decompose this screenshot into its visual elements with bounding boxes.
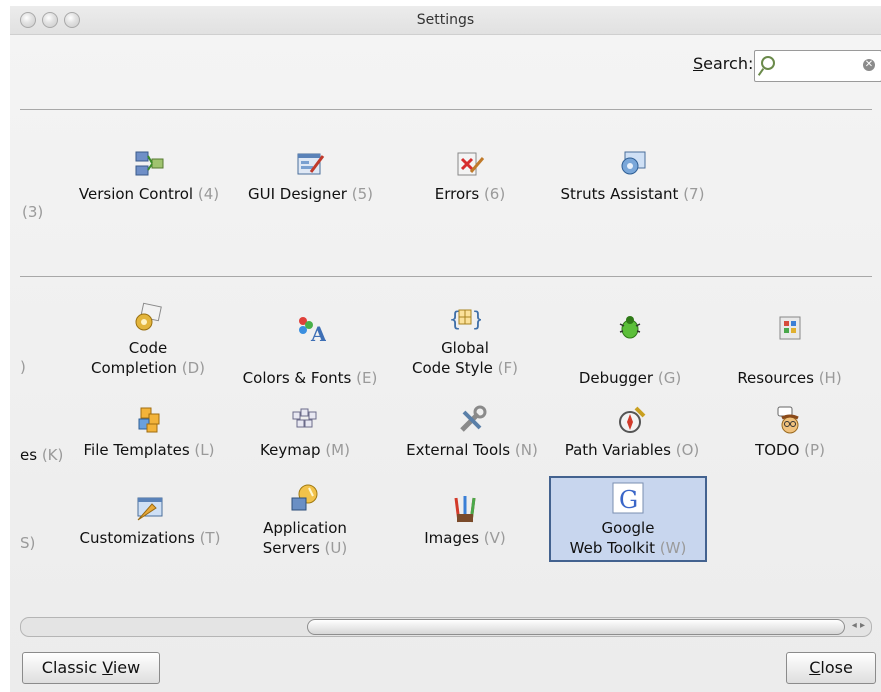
window-title: Settings: [416, 12, 475, 28]
section-divider: [20, 109, 872, 110]
debugger-icon: [619, 316, 641, 339]
resources-icon: [779, 316, 800, 340]
clear-search-icon[interactable]: ✕: [863, 59, 875, 71]
struts-assistant-icon: [621, 151, 645, 175]
search-label: Search:: [693, 54, 754, 73]
settings-item-colors-fonts[interactable]: A Colors & Fonts (E): [230, 312, 390, 388]
settings-item-debugger[interactable]: Debugger (G): [565, 312, 695, 388]
images-icon: [454, 496, 476, 523]
code-completion-icon: [135, 302, 162, 331]
settings-item-cut[interactable]: S): [20, 534, 35, 552]
settings-item-path-variables[interactable]: Path Variables (O): [552, 404, 712, 460]
classic-view-button[interactable]: Classic View: [22, 652, 160, 684]
version-control-icon: [135, 151, 164, 176]
settings-item-version-control[interactable]: Version Control (4): [68, 148, 230, 204]
settings-item-file-templates[interactable]: File Templates (L): [70, 404, 228, 460]
external-tools-icon: [460, 405, 487, 432]
settings-item-gui-designer[interactable]: GUI Designer (5): [238, 148, 383, 204]
settings-item-customizations[interactable]: Customizations (T): [65, 492, 235, 548]
settings-item-cut[interactable]: ): [20, 358, 26, 376]
horizontal-scrollbar[interactable]: ◂ ▸: [20, 617, 872, 637]
settings-item-keymap[interactable]: Keymap (M): [250, 404, 360, 460]
search-field[interactable]: ✕: [754, 50, 881, 82]
svg-text:G: G: [619, 486, 638, 514]
scroll-arrows-icon[interactable]: ◂ ▸: [852, 620, 865, 631]
close-button[interactable]: Close: [786, 652, 876, 684]
application-servers-icon: [291, 484, 318, 511]
search-icon: [761, 56, 775, 70]
settings-item-images[interactable]: Images (V): [415, 492, 515, 548]
global-code-style-icon: {}: [449, 307, 481, 331]
settings-item-google-web-toolkit[interactable]: G Google Web Toolkit (W): [549, 482, 707, 558]
settings-item-application-servers[interactable]: Application Servers (U): [240, 482, 370, 558]
errors-icon: [457, 152, 485, 176]
file-templates-icon: [138, 407, 160, 433]
customizations-icon: [137, 497, 163, 521]
settings-item-resources[interactable]: Resources (H): [722, 312, 857, 388]
keymap-icon: [292, 408, 317, 428]
search-input[interactable]: [785, 55, 861, 77]
path-variables-icon: [619, 406, 646, 433]
scrollbar-thumb[interactable]: [307, 619, 845, 635]
settings-item-cut[interactable]: (3): [22, 203, 43, 221]
title-bar: Settings: [10, 6, 881, 35]
todo-icon: [777, 406, 799, 434]
gui-designer-icon: [297, 153, 324, 175]
settings-window: Settings Search: ✕ (3) Version Control (…: [10, 6, 881, 692]
section-divider: [20, 276, 872, 277]
settings-item-struts-assistant[interactable]: Struts Assistant (7): [545, 148, 720, 204]
settings-item-errors[interactable]: Errors (6): [420, 148, 520, 204]
settings-item-code-completion[interactable]: Code Completion (D): [78, 302, 218, 378]
svg-text:A: A: [310, 322, 326, 344]
settings-item-global-code-style[interactable]: {} GlobalCode Style (F): [405, 302, 525, 378]
svg-text:}: }: [472, 307, 481, 331]
settings-item-cut[interactable]: es (K): [20, 446, 63, 464]
settings-item-external-tools[interactable]: External Tools (N): [392, 404, 552, 460]
google-web-toolkit-icon: G: [612, 482, 644, 514]
colors-fonts-icon: A: [299, 317, 326, 344]
settings-item-todo[interactable]: TODO (P): [740, 404, 840, 460]
